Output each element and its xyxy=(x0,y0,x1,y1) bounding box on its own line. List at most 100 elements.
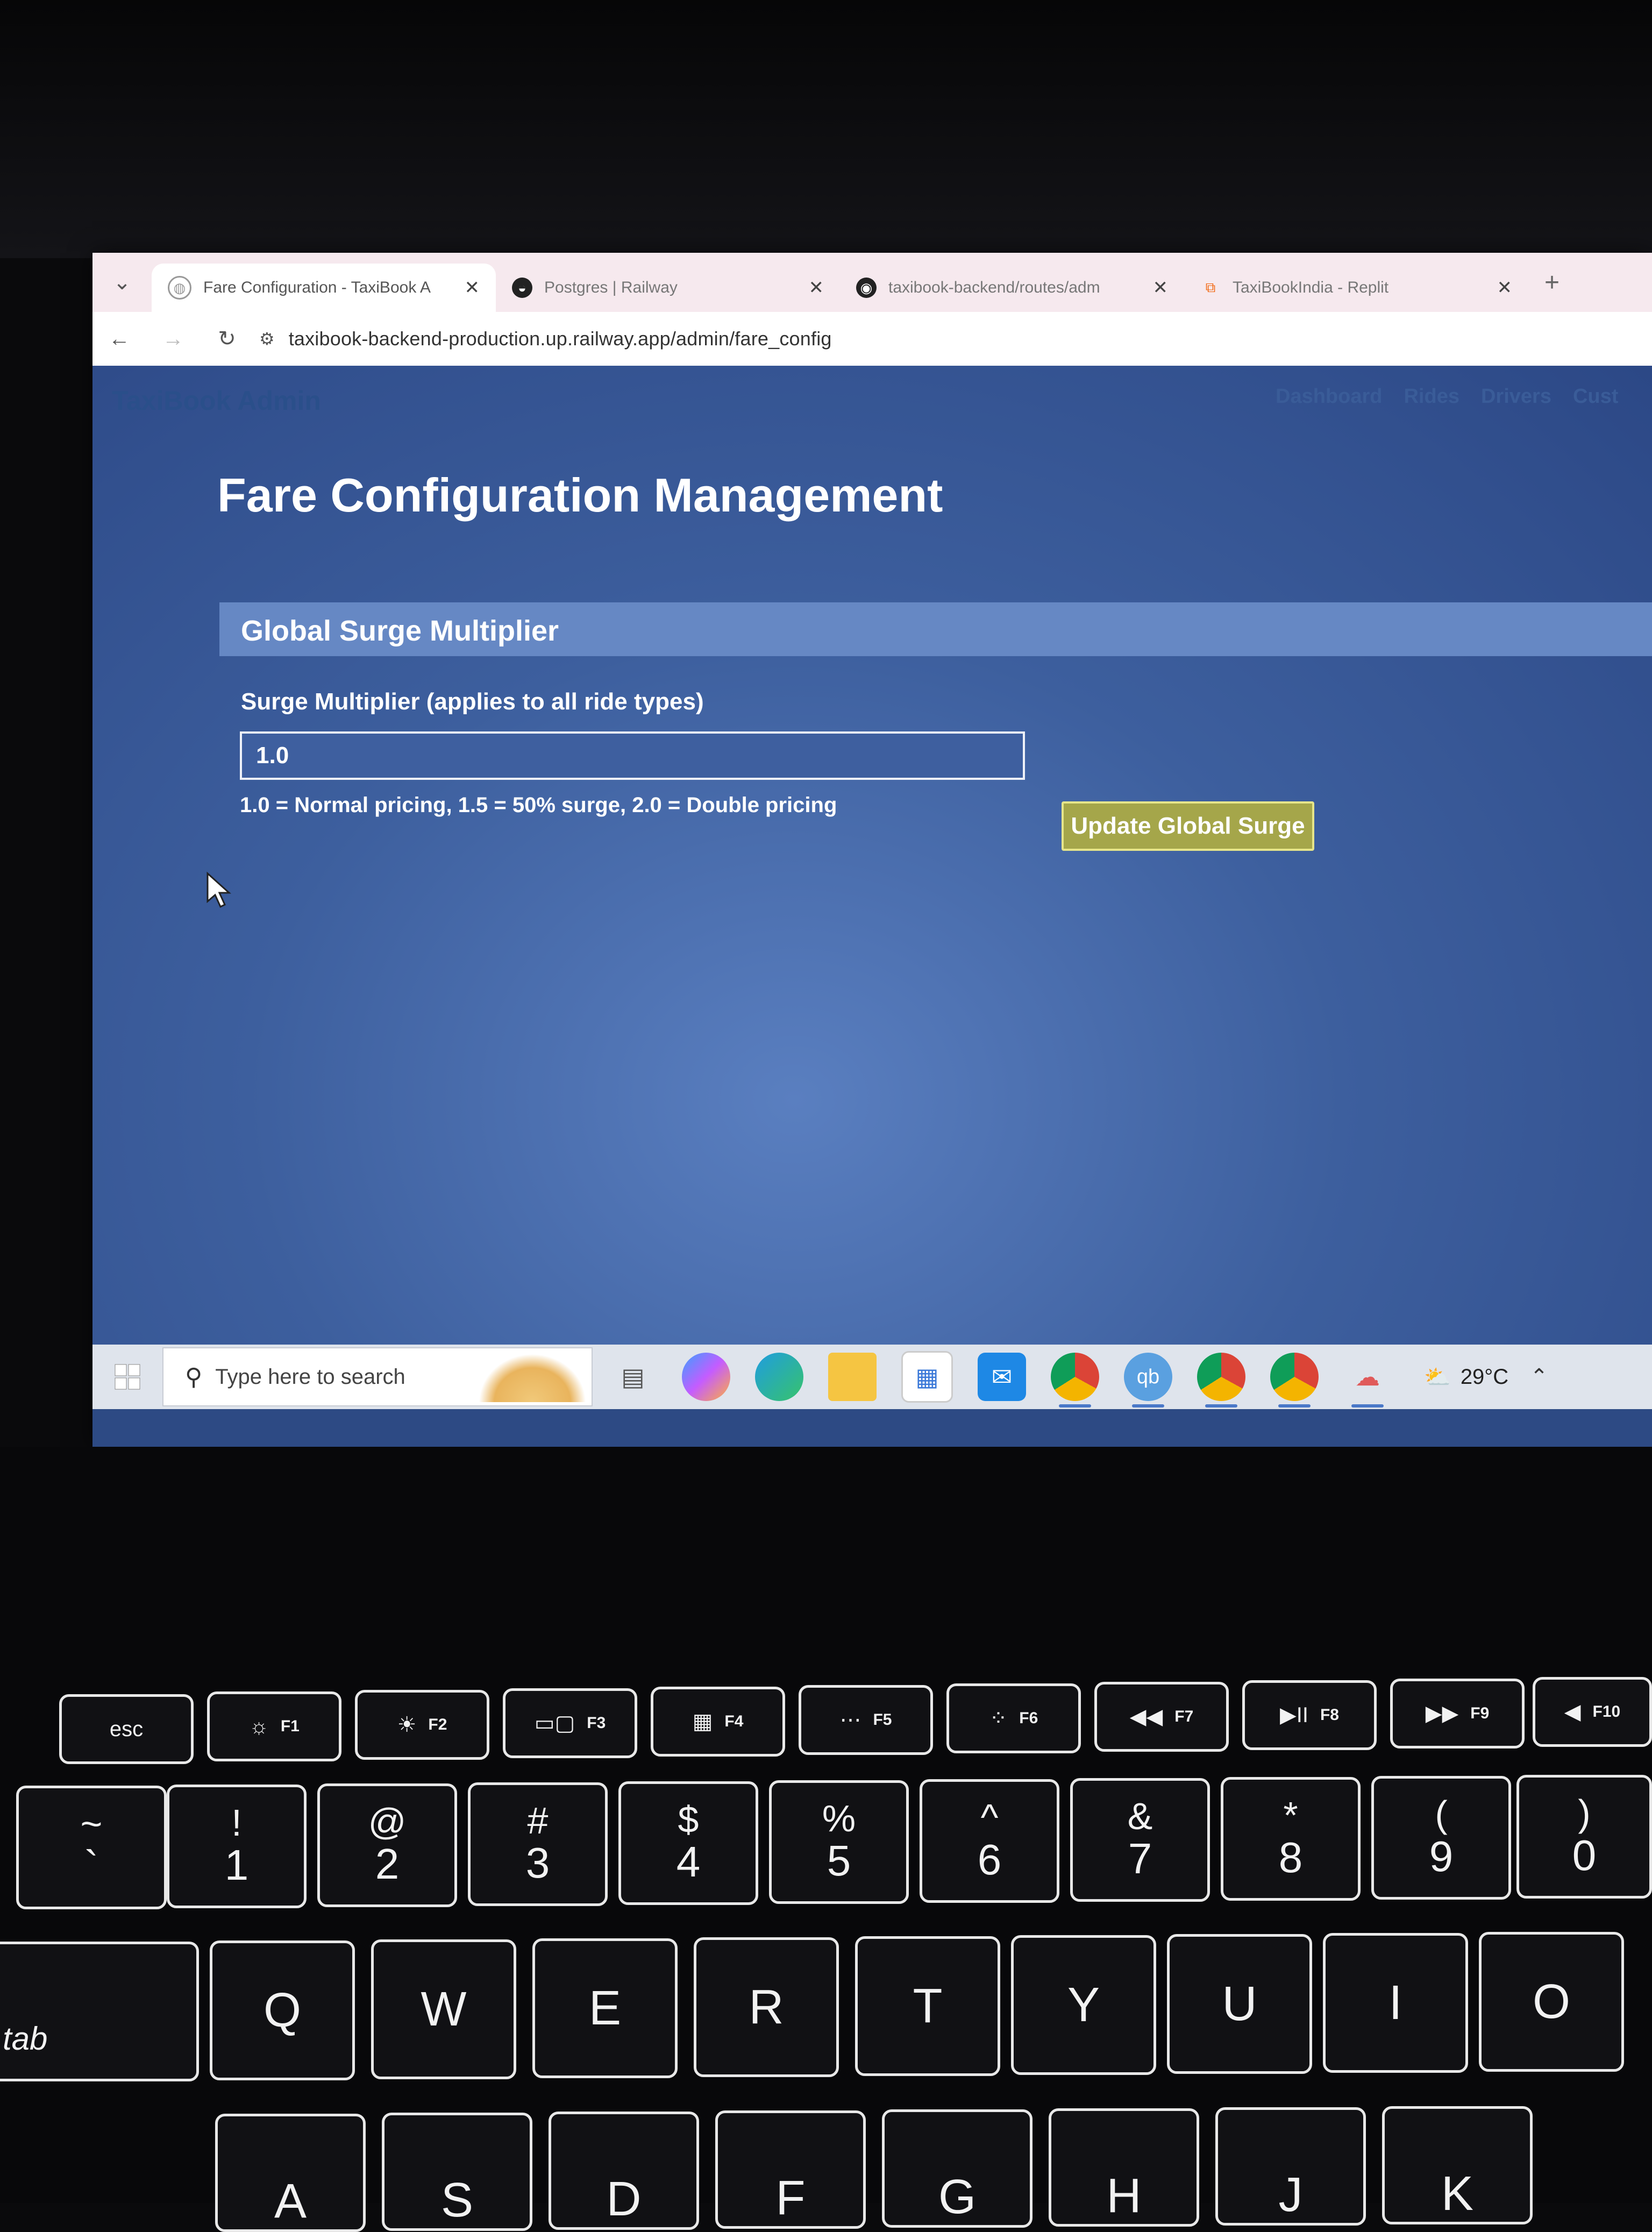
nav-drivers[interactable]: Drivers xyxy=(1481,385,1551,408)
key-8[interactable]: * 8 xyxy=(1221,1777,1361,1901)
search-highlight-image xyxy=(479,1354,586,1402)
windows-taskbar: ⚲ Type here to search ▤ ▦ ✉ qb ☁ ⛅ 29°C … xyxy=(92,1345,1652,1409)
section-header: Global Surge Multiplier xyxy=(219,602,1652,656)
laptop-screen: ⌄ ◍ Fare Configuration - TaxiBook A ✕ ◒ … xyxy=(92,253,1652,1447)
cloud-app-icon[interactable]: ☁ xyxy=(1343,1353,1392,1408)
tab-postgres-railway[interactable]: ◒ Postgres | Railway ✕ xyxy=(496,264,840,312)
browser-tabstrip: ⌄ ◍ Fare Configuration - TaxiBook A ✕ ◒ … xyxy=(92,253,1652,312)
tab-github[interactable]: ◉ taxibook-backend/routes/adm ✕ xyxy=(840,264,1184,312)
key-9[interactable]: (9 xyxy=(1371,1776,1511,1900)
chrome-alt-icon[interactable] xyxy=(1270,1353,1319,1408)
key-f3[interactable]: ▭▢ F3 xyxy=(503,1688,637,1758)
replit-icon: ⧉ xyxy=(1205,279,1216,295)
key-f[interactable]: F xyxy=(715,2110,866,2229)
key-f7[interactable]: ◀◀ F7 xyxy=(1094,1682,1229,1752)
store-icon[interactable]: ▦ xyxy=(901,1351,953,1403)
edge-icon[interactable] xyxy=(755,1353,803,1401)
weather-widget[interactable]: ⛅ 29°C xyxy=(1424,1364,1508,1390)
qbittorrent-icon[interactable]: qb xyxy=(1124,1353,1172,1408)
new-tab-button[interactable]: + xyxy=(1544,268,1560,297)
key-j[interactable]: J xyxy=(1215,2107,1366,2226)
surge-multiplier-input[interactable] xyxy=(240,731,1025,780)
laptop-keyboard: esc ☼ F1 ☀ F2 ▭▢ F3 ▦ F4 ⋯ F5 ⁘ F6 ◀◀ F7 ▶II F8 … xyxy=(0,1447,1652,2232)
key-f4[interactable]: ▦ F4 xyxy=(651,1687,785,1757)
tab-fare-configuration[interactable]: ◍ Fare Configuration - TaxiBook A ✕ xyxy=(152,264,496,312)
chrome-icon[interactable] xyxy=(1197,1353,1245,1408)
weather-icon: ⛅ xyxy=(1424,1365,1451,1389)
nav-dashboard[interactable]: Dashboard xyxy=(1276,385,1382,408)
page-content: TaxiBook Admin Dashboard Rides Drivers C… xyxy=(92,366,1652,1345)
update-global-surge-button[interactable]: Update Global Surge xyxy=(1062,801,1314,851)
key-3[interactable]: #3 xyxy=(468,1782,608,1906)
chevron-up-icon[interactable]: ⌃ xyxy=(1530,1364,1548,1389)
mail-icon[interactable]: ✉ xyxy=(978,1353,1026,1401)
room-background xyxy=(0,0,1652,258)
close-icon[interactable]: ✕ xyxy=(1497,277,1513,298)
close-icon[interactable]: ✕ xyxy=(809,277,824,298)
key-f9[interactable]: ▶▶ F9 xyxy=(1390,1679,1525,1748)
tab-title: Fare Configuration - TaxiBook A xyxy=(203,279,431,296)
taskbar-app-icons: ▤ ▦ ✉ qb ☁ xyxy=(609,1351,1392,1408)
key-u[interactable]: U xyxy=(1167,1934,1312,2074)
key-2[interactable]: @2 xyxy=(317,1783,457,1907)
key-7[interactable]: & 7 xyxy=(1070,1778,1210,1902)
task-view-icon[interactable]: ▤ xyxy=(609,1353,657,1401)
nav-customers[interactable]: Cust xyxy=(1573,385,1618,408)
windows-start-icon[interactable] xyxy=(92,1345,162,1409)
key-f6[interactable]: ⁘ F6 xyxy=(946,1683,1081,1753)
page-title: Fare Configuration Management xyxy=(217,468,943,522)
address-bar[interactable]: taxibook-backend-production.up.railway.a… xyxy=(289,328,832,350)
key-4[interactable]: $4 xyxy=(618,1781,758,1905)
surge-hint: 1.0 = Normal pricing, 1.5 = 50% surge, 2… xyxy=(240,793,837,817)
key-g[interactable]: G xyxy=(882,2109,1032,2228)
key-f2[interactable]: ☀ F2 xyxy=(355,1690,489,1760)
surge-multiplier-label: Surge Multiplier (applies to all ride ty… xyxy=(241,688,704,715)
key-s[interactable]: S xyxy=(382,2113,532,2231)
tab-replit[interactable]: ⧉ TaxiBookIndia - Replit ✕ xyxy=(1184,264,1528,312)
key-q[interactable]: Q xyxy=(210,1940,355,2080)
key-f5[interactable]: ⋯ F5 xyxy=(799,1685,933,1755)
reload-icon[interactable]: ↻ xyxy=(200,326,254,351)
railway-icon: ◒ xyxy=(512,278,532,298)
nav-rides[interactable]: Rides xyxy=(1404,385,1459,408)
tab-title: taxibook-backend/routes/adm xyxy=(888,279,1100,296)
close-icon[interactable]: ✕ xyxy=(465,277,480,298)
key-f10[interactable]: ◀ F10 xyxy=(1533,1677,1652,1747)
browser-toolbar: ← → ↻ ⚙ taxibook-backend-production.up.r… xyxy=(92,312,1652,367)
copilot-icon[interactable] xyxy=(682,1353,730,1401)
key-esc[interactable]: esc xyxy=(59,1694,194,1764)
key-e[interactable]: E xyxy=(532,1938,678,2078)
key-5[interactable]: % 5 xyxy=(769,1780,909,1904)
key-i[interactable]: I xyxy=(1323,1933,1468,2073)
key-o[interactable]: O xyxy=(1479,1932,1624,2072)
section-title: Global Surge Multiplier xyxy=(241,615,559,647)
key-tab[interactable]: tab xyxy=(0,1942,199,2081)
key-backtick[interactable]: ~ ` xyxy=(16,1786,167,1909)
back-arrow-icon[interactable]: ← xyxy=(92,327,146,351)
taskbar-search[interactable]: ⚲ Type here to search xyxy=(162,1347,593,1406)
key-f8[interactable]: ▶II F8 xyxy=(1242,1680,1377,1750)
file-explorer-icon[interactable] xyxy=(828,1353,877,1401)
search-icon: ⚲ xyxy=(185,1363,203,1390)
key-a[interactable]: A xyxy=(215,2114,366,2232)
key-y[interactable]: Y xyxy=(1011,1935,1156,2075)
tab-title: TaxiBookIndia - Replit xyxy=(1233,279,1389,296)
key-0[interactable]: ) 0 xyxy=(1516,1775,1652,1899)
key-h[interactable]: H xyxy=(1049,2108,1199,2227)
temperature: 29°C xyxy=(1460,1364,1509,1389)
key-t[interactable]: T xyxy=(855,1936,1000,2076)
forward-arrow-icon[interactable]: → xyxy=(146,327,200,351)
close-icon[interactable]: ✕ xyxy=(1153,277,1169,298)
site-settings-icon[interactable]: ⚙ xyxy=(259,329,275,349)
tab-search-button[interactable]: ⌄ xyxy=(92,253,152,312)
chrome-profile-icon[interactable] xyxy=(1051,1353,1099,1408)
key-1[interactable]: ! 1 xyxy=(167,1785,307,1908)
admin-nav: Dashboard Rides Drivers Cust xyxy=(1276,385,1618,408)
key-6[interactable]: ^ 6 xyxy=(920,1779,1059,1903)
key-d[interactable]: D xyxy=(549,2112,699,2230)
key-r[interactable]: R xyxy=(694,1937,839,2077)
admin-brand[interactable]: TaxiBook Admin xyxy=(112,385,321,416)
key-f1[interactable]: ☼ F1 xyxy=(207,1691,341,1761)
key-w[interactable]: W xyxy=(371,1939,516,2079)
key-k[interactable]: K xyxy=(1382,2106,1533,2224)
